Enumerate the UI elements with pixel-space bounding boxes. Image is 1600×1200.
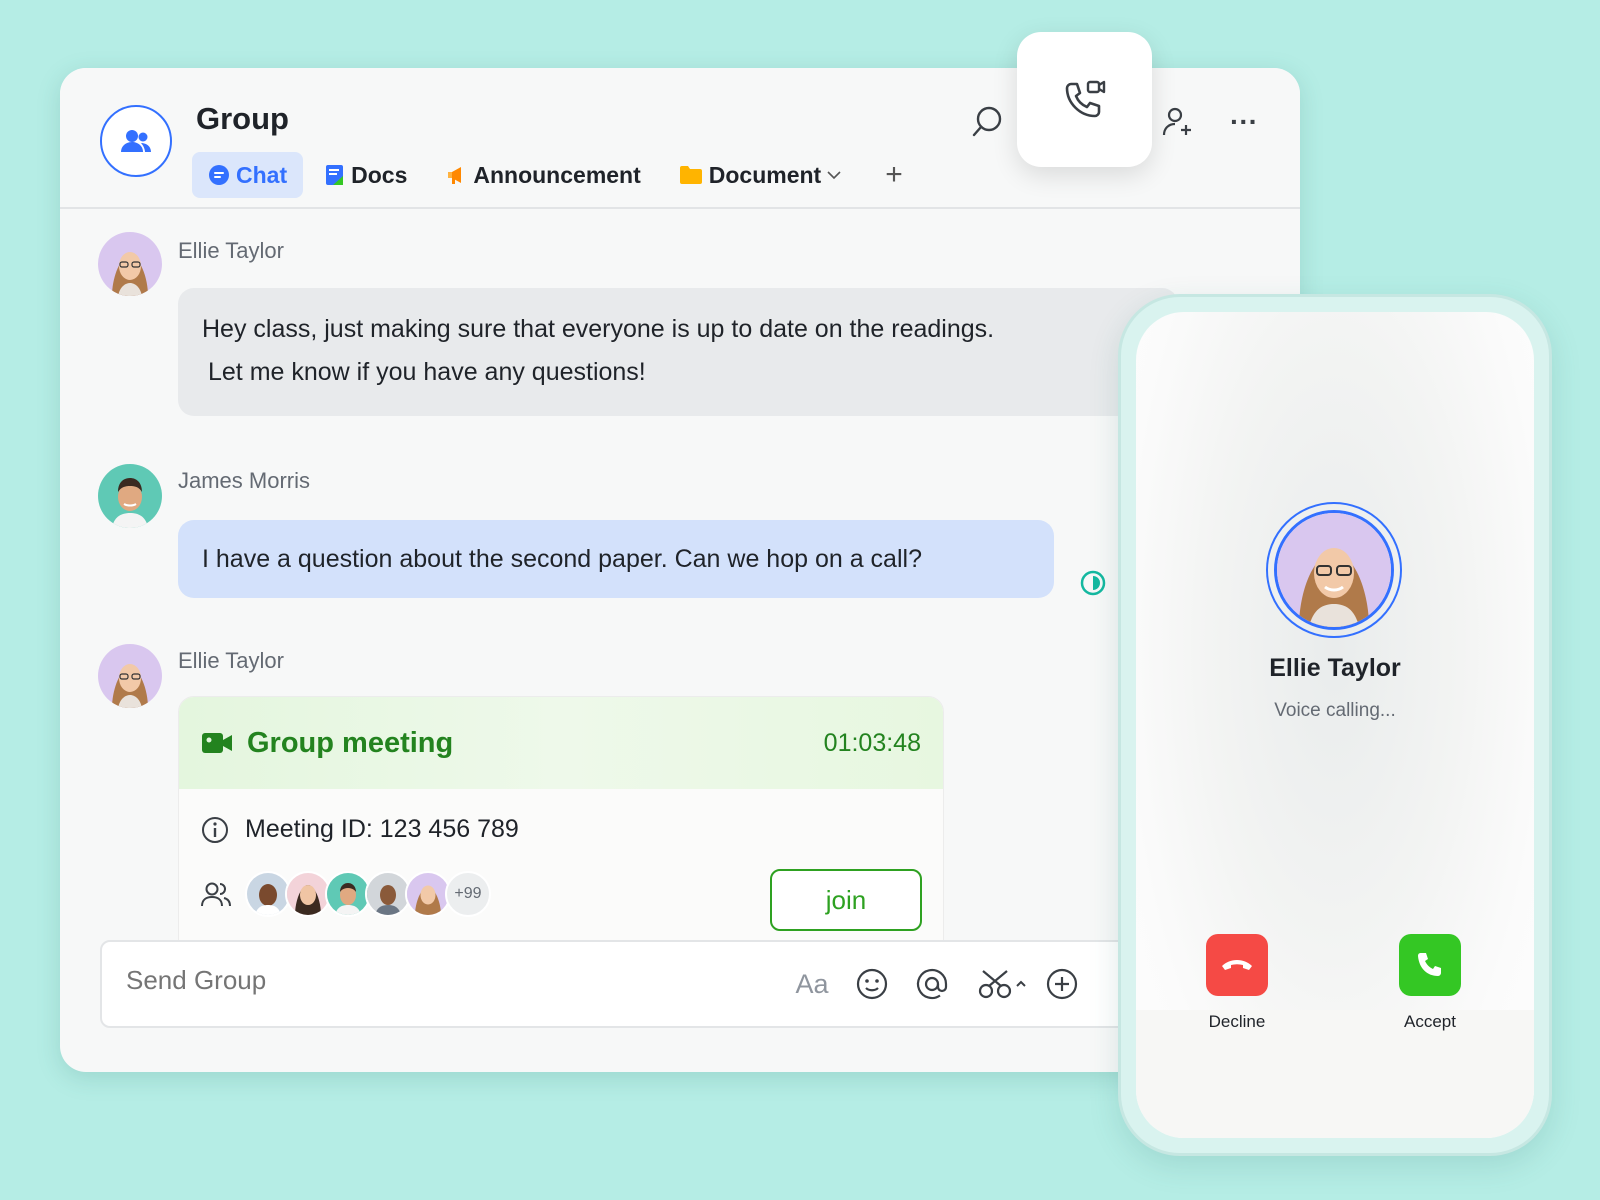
message-text: I have a question about the second paper… [202,544,922,573]
search-icon[interactable] [968,102,1008,142]
tab-document-label: Document [708,161,822,188]
group-avatar-icon[interactable] [100,105,172,177]
accept-call-button[interactable] [1399,934,1461,996]
meeting-card-header: Group meeting 01:03:48 [179,697,943,789]
message-text-line: Hey class, just making sure that everyon… [202,315,995,343]
screenshot-icon[interactable] [976,964,1030,1004]
avatar-ellie-taylor[interactable] [98,232,162,296]
sender-name: James Morris [178,468,311,493]
avatar-james-morris[interactable] [98,464,162,528]
caller-avatar-ring [1266,502,1402,638]
chevron-down-icon [827,170,841,180]
video-camera-icon [201,731,233,755]
meeting-id: Meeting ID: 123 456 789 [245,815,519,843]
phone-icon [1415,950,1445,980]
info-icon [201,816,229,844]
more-options-icon[interactable]: ··· [1224,102,1264,142]
mention-icon[interactable] [912,964,952,1004]
incoming-call-screen: Ellie Taylor Voice calling... Decline Ac… [1136,312,1534,1138]
chat-bubble-icon [208,164,230,186]
avatar-ellie-taylor[interactable] [98,644,162,708]
tab-announcement-label: Announcement [473,161,641,188]
add-tab-button[interactable]: + [873,152,915,198]
sender-name: Ellie Taylor [178,238,284,263]
read-status-icon [1080,570,1106,596]
emoji-icon[interactable] [852,964,892,1004]
add-attachment-icon[interactable] [1042,964,1082,1004]
tab-docs-label: Docs [351,161,408,188]
video-call-button[interactable] [1017,32,1152,167]
tab-chat[interactable]: Chat [192,152,304,198]
tab-docs[interactable]: Docs [309,152,423,198]
decline-call-button[interactable] [1206,934,1268,996]
tab-chat-label: Chat [236,161,288,188]
chat-window: Group Chat Docs Announcement Document + … [60,68,1300,1072]
join-meeting-button[interactable]: join [770,869,922,931]
sender-name: Ellie Taylor [178,648,284,673]
participant-avatar-stack[interactable]: +99 [245,871,491,917]
tab-document[interactable]: Document [663,152,857,198]
folder-icon [679,165,703,185]
phone-video-icon [1061,76,1109,124]
hang-up-icon [1220,955,1254,975]
tab-bar: Chat Docs Announcement Document + [192,152,921,198]
call-status: Voice calling... [1274,700,1396,721]
decline-label: Decline [1208,1012,1266,1031]
message-input[interactable] [124,964,648,997]
more-participants-badge: +99 [445,871,491,917]
text-format-icon[interactable]: Aa [792,964,832,1004]
message-bubble[interactable]: I have a question about the second paper… [178,520,1054,598]
message-text-line: Let me know if you have any questions! [208,358,646,386]
meeting-id-row: Meeting ID: 123 456 789 [201,815,519,844]
docs-icon [325,164,345,186]
group-title: Group [196,101,289,136]
meeting-timer: 01:03:48 [823,728,921,757]
participants-icon [201,881,231,907]
meeting-title: Group meeting [247,726,454,759]
caller-name: Ellie Taylor [1269,654,1401,682]
tab-announcement[interactable]: Announcement [429,152,656,198]
add-member-icon[interactable] [1158,102,1198,142]
caller-avatar [1274,510,1394,630]
megaphone-icon [445,164,467,186]
message-bubble[interactable]: Hey class, just making sure that everyon… [178,288,1178,416]
meeting-participants: +99 [201,871,491,917]
phone-frame: Ellie Taylor Voice calling... Decline Ac… [1118,294,1552,1156]
message-composer: Aa [100,940,1240,1028]
accept-label: Accept [1404,1012,1456,1031]
